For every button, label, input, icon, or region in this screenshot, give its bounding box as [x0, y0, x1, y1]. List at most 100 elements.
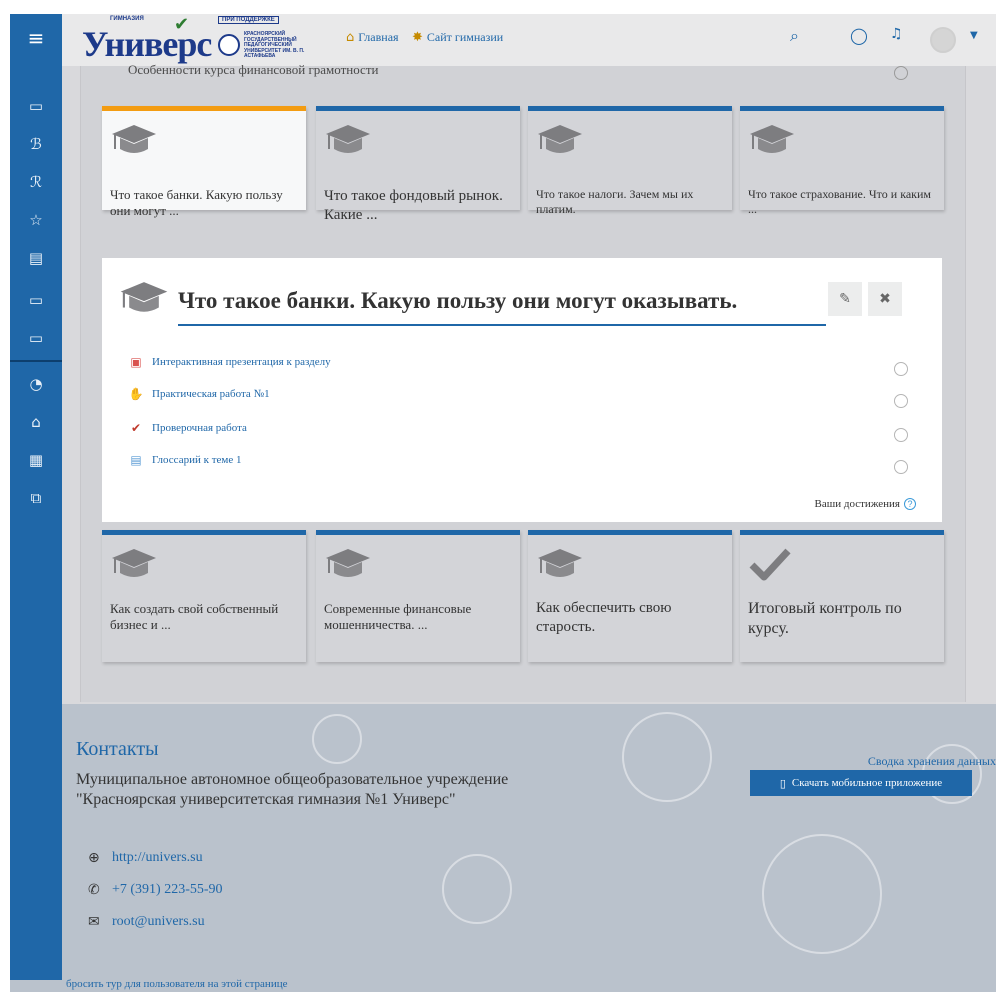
envelope-icon: ✉ — [88, 914, 100, 930]
achievements-label: Ваши достижения — [814, 498, 900, 510]
search-icon[interactable]: ⌕ — [790, 26, 799, 46]
section-tile[interactable]: Как создать свой собственный бизнес и ..… — [102, 530, 306, 662]
activity-label: Проверочная работа — [152, 422, 247, 434]
sidebar-separator — [10, 360, 62, 362]
book-icon[interactable]: ▤ — [10, 240, 62, 276]
folder-icon[interactable]: ▭ — [10, 282, 62, 318]
organization-name: Муниципальное автономное общеобразовател… — [76, 771, 509, 808]
logo-seal-icon — [218, 34, 240, 56]
pencil-icon: ✎ — [839, 291, 851, 307]
completion-checkbox[interactable] — [894, 460, 908, 474]
tile-title: Как обеспечить свою старость. — [536, 600, 672, 635]
tile-title: Как создать свой собственный бизнес и ..… — [110, 601, 279, 633]
presentation-icon: ▣ — [130, 355, 142, 369]
top-navbar: ГИМНАЗИЯ ✔ Универс ПРИ ПОДДЕРЖКЕ КРАСНОЯ… — [62, 14, 996, 66]
graduation-cap-icon — [112, 125, 156, 153]
activity-link[interactable]: ✔ Проверочная работа — [128, 420, 247, 436]
activity-link[interactable]: ✋ Практическая работа №1 — [128, 386, 270, 402]
section-tile[interactable]: Как обеспечить свою старость. — [528, 530, 732, 662]
tile-title: Что такое банки. Какую пользу они могут … — [110, 187, 283, 219]
expanded-section: Что такое банки. Какую пользу они могут … — [102, 258, 942, 522]
website-link[interactable]: ⊕ http://univers.su — [88, 850, 203, 866]
chevron-down-icon[interactable]: ▼ — [970, 30, 978, 41]
graduation-cap-icon — [326, 125, 370, 153]
phone-icon: ✆ — [88, 882, 100, 898]
completion-checkbox[interactable] — [894, 394, 908, 408]
sun-icon: ✸ — [412, 30, 423, 45]
completion-checkbox[interactable] — [894, 428, 908, 442]
phone-link[interactable]: ✆ +7 (391) 223-55-90 — [88, 882, 223, 898]
quiz-icon: ✔ — [130, 421, 142, 435]
email-label: root@univers.su — [112, 914, 205, 929]
close-button[interactable]: ✖ — [868, 282, 902, 316]
logo-gym-label: ГИМНАЗИЯ — [110, 16, 144, 22]
activity-link[interactable]: ▤ Глоссарий к теме 1 — [128, 452, 241, 468]
contacts-heading: Контакты — [76, 738, 159, 760]
folder-icon[interactable]: ▭ — [10, 88, 62, 124]
section-tile[interactable]: Современные финансовые мошенничества. ..… — [316, 530, 520, 662]
graduation-cap-icon — [326, 549, 370, 577]
home-icon[interactable]: ⌂ — [10, 404, 62, 440]
files-icon[interactable]: ⧉ — [10, 480, 62, 516]
graduation-cap-icon — [538, 125, 582, 153]
home-icon: ⌂ — [346, 30, 355, 45]
users-icon[interactable]: ℬ — [10, 126, 62, 162]
graduation-cap-icon — [538, 549, 582, 577]
site-logo[interactable]: ГИМНАЗИЯ ✔ Универс ПРИ ПОДДЕРЖКЕ КРАСНОЯ… — [78, 14, 323, 66]
graduation-cap-icon — [750, 125, 794, 153]
folder-icon[interactable]: ▭ — [10, 320, 62, 356]
section-tile[interactable]: Итоговый контроль по курсу. — [740, 530, 944, 662]
previous-section-row[interactable]: Особенности курса финансовой грамотности — [128, 62, 378, 78]
download-app-button[interactable]: ▯ Скачать мобильное приложение — [750, 770, 972, 796]
activity-label: Практическая работа №1 — [152, 388, 270, 400]
tile-title: Что такое страхование. Что и каким ... — [748, 187, 932, 216]
tile-title: Что такое фондовый рынок. Какие ... — [324, 188, 503, 223]
tile-title: Современные финансовые мошенничества. ..… — [324, 601, 472, 633]
chat-icon[interactable]: ◯ — [850, 26, 868, 45]
completion-checkbox[interactable] — [894, 66, 908, 80]
background-doodle — [312, 714, 362, 764]
section-tile[interactable]: Что такое страхование. Что и каким ... — [740, 106, 944, 216]
edit-button[interactable]: ✎ — [828, 282, 862, 316]
reset-tour-link[interactable]: бросить тур для пользователя на этой стр… — [66, 978, 287, 990]
avatar[interactable] — [930, 27, 956, 53]
email-link[interactable]: ✉ root@univers.su — [88, 914, 205, 930]
section-tile[interactable]: Что такое налоги. Зачем мы их платим. — [528, 106, 732, 216]
nav-site-label: Сайт гимназии — [426, 30, 504, 44]
checkmark-icon — [749, 548, 791, 581]
mobile-icon: ▯ — [779, 776, 786, 790]
left-sidebar: ≡ ▭ ℬ ℛ ☆ ▤ ▭ ▭ ◔ ⌂ ▦ ⧉ — [10, 14, 62, 992]
hamburger-icon[interactable]: ≡ — [10, 16, 62, 60]
website-label: http://univers.su — [112, 850, 203, 865]
logo-university: КРАСНОЯРСКИЙ ГОСУДАРСТВЕННЫЙ ПЕДАГОГИЧЕС… — [244, 31, 305, 60]
bell-icon[interactable]: ♫ — [890, 26, 903, 42]
logo-word: Универс — [82, 24, 212, 64]
activity-link[interactable]: ▣ Интерактивная презентация к разделу — [128, 354, 331, 370]
star-icon[interactable]: ☆ — [10, 202, 62, 238]
close-icon: ✖ — [879, 291, 891, 307]
activity-label: Интерактивная презентация к разделу — [152, 356, 331, 368]
completion-checkbox[interactable] — [894, 362, 908, 376]
background-doodle — [622, 712, 712, 802]
nav-site-link[interactable]: ✸ Сайт гимназии — [412, 30, 503, 45]
graduation-cap-icon — [112, 549, 156, 577]
assignment-icon: ✋ — [128, 387, 144, 401]
dashboard-icon[interactable]: ◔ — [10, 366, 62, 402]
nav-home-link[interactable]: ⌂ Главная — [346, 30, 399, 45]
activity-label: Глоссарий к теме 1 — [152, 454, 242, 466]
data-retention-link[interactable]: Сводка хранения данных — [868, 754, 996, 769]
section-title: Что такое банки. Какую пользу они могут … — [178, 288, 738, 313]
help-icon[interactable]: ? — [904, 498, 916, 510]
badge-icon[interactable]: ℛ — [10, 164, 62, 200]
graduation-cap-icon — [120, 282, 168, 312]
nav-home-label: Главная — [358, 30, 399, 44]
calendar-icon[interactable]: ▦ — [10, 442, 62, 478]
section-title-underline — [178, 324, 826, 326]
section-tile[interactable]: Что такое фондовый рынок. Какие ... — [316, 106, 520, 223]
background-doodle — [442, 854, 512, 924]
previous-section-label: Особенности курса финансовой грамотности — [128, 62, 379, 77]
section-tile[interactable]: Что такое банки. Какую пользу они могут … — [102, 106, 306, 218]
glossary-icon: ▤ — [130, 453, 142, 467]
footer: Контакты Муниципальное автономное общеоб… — [62, 704, 996, 980]
logo-support-label: ПРИ ПОДДЕРЖКЕ — [218, 16, 279, 24]
